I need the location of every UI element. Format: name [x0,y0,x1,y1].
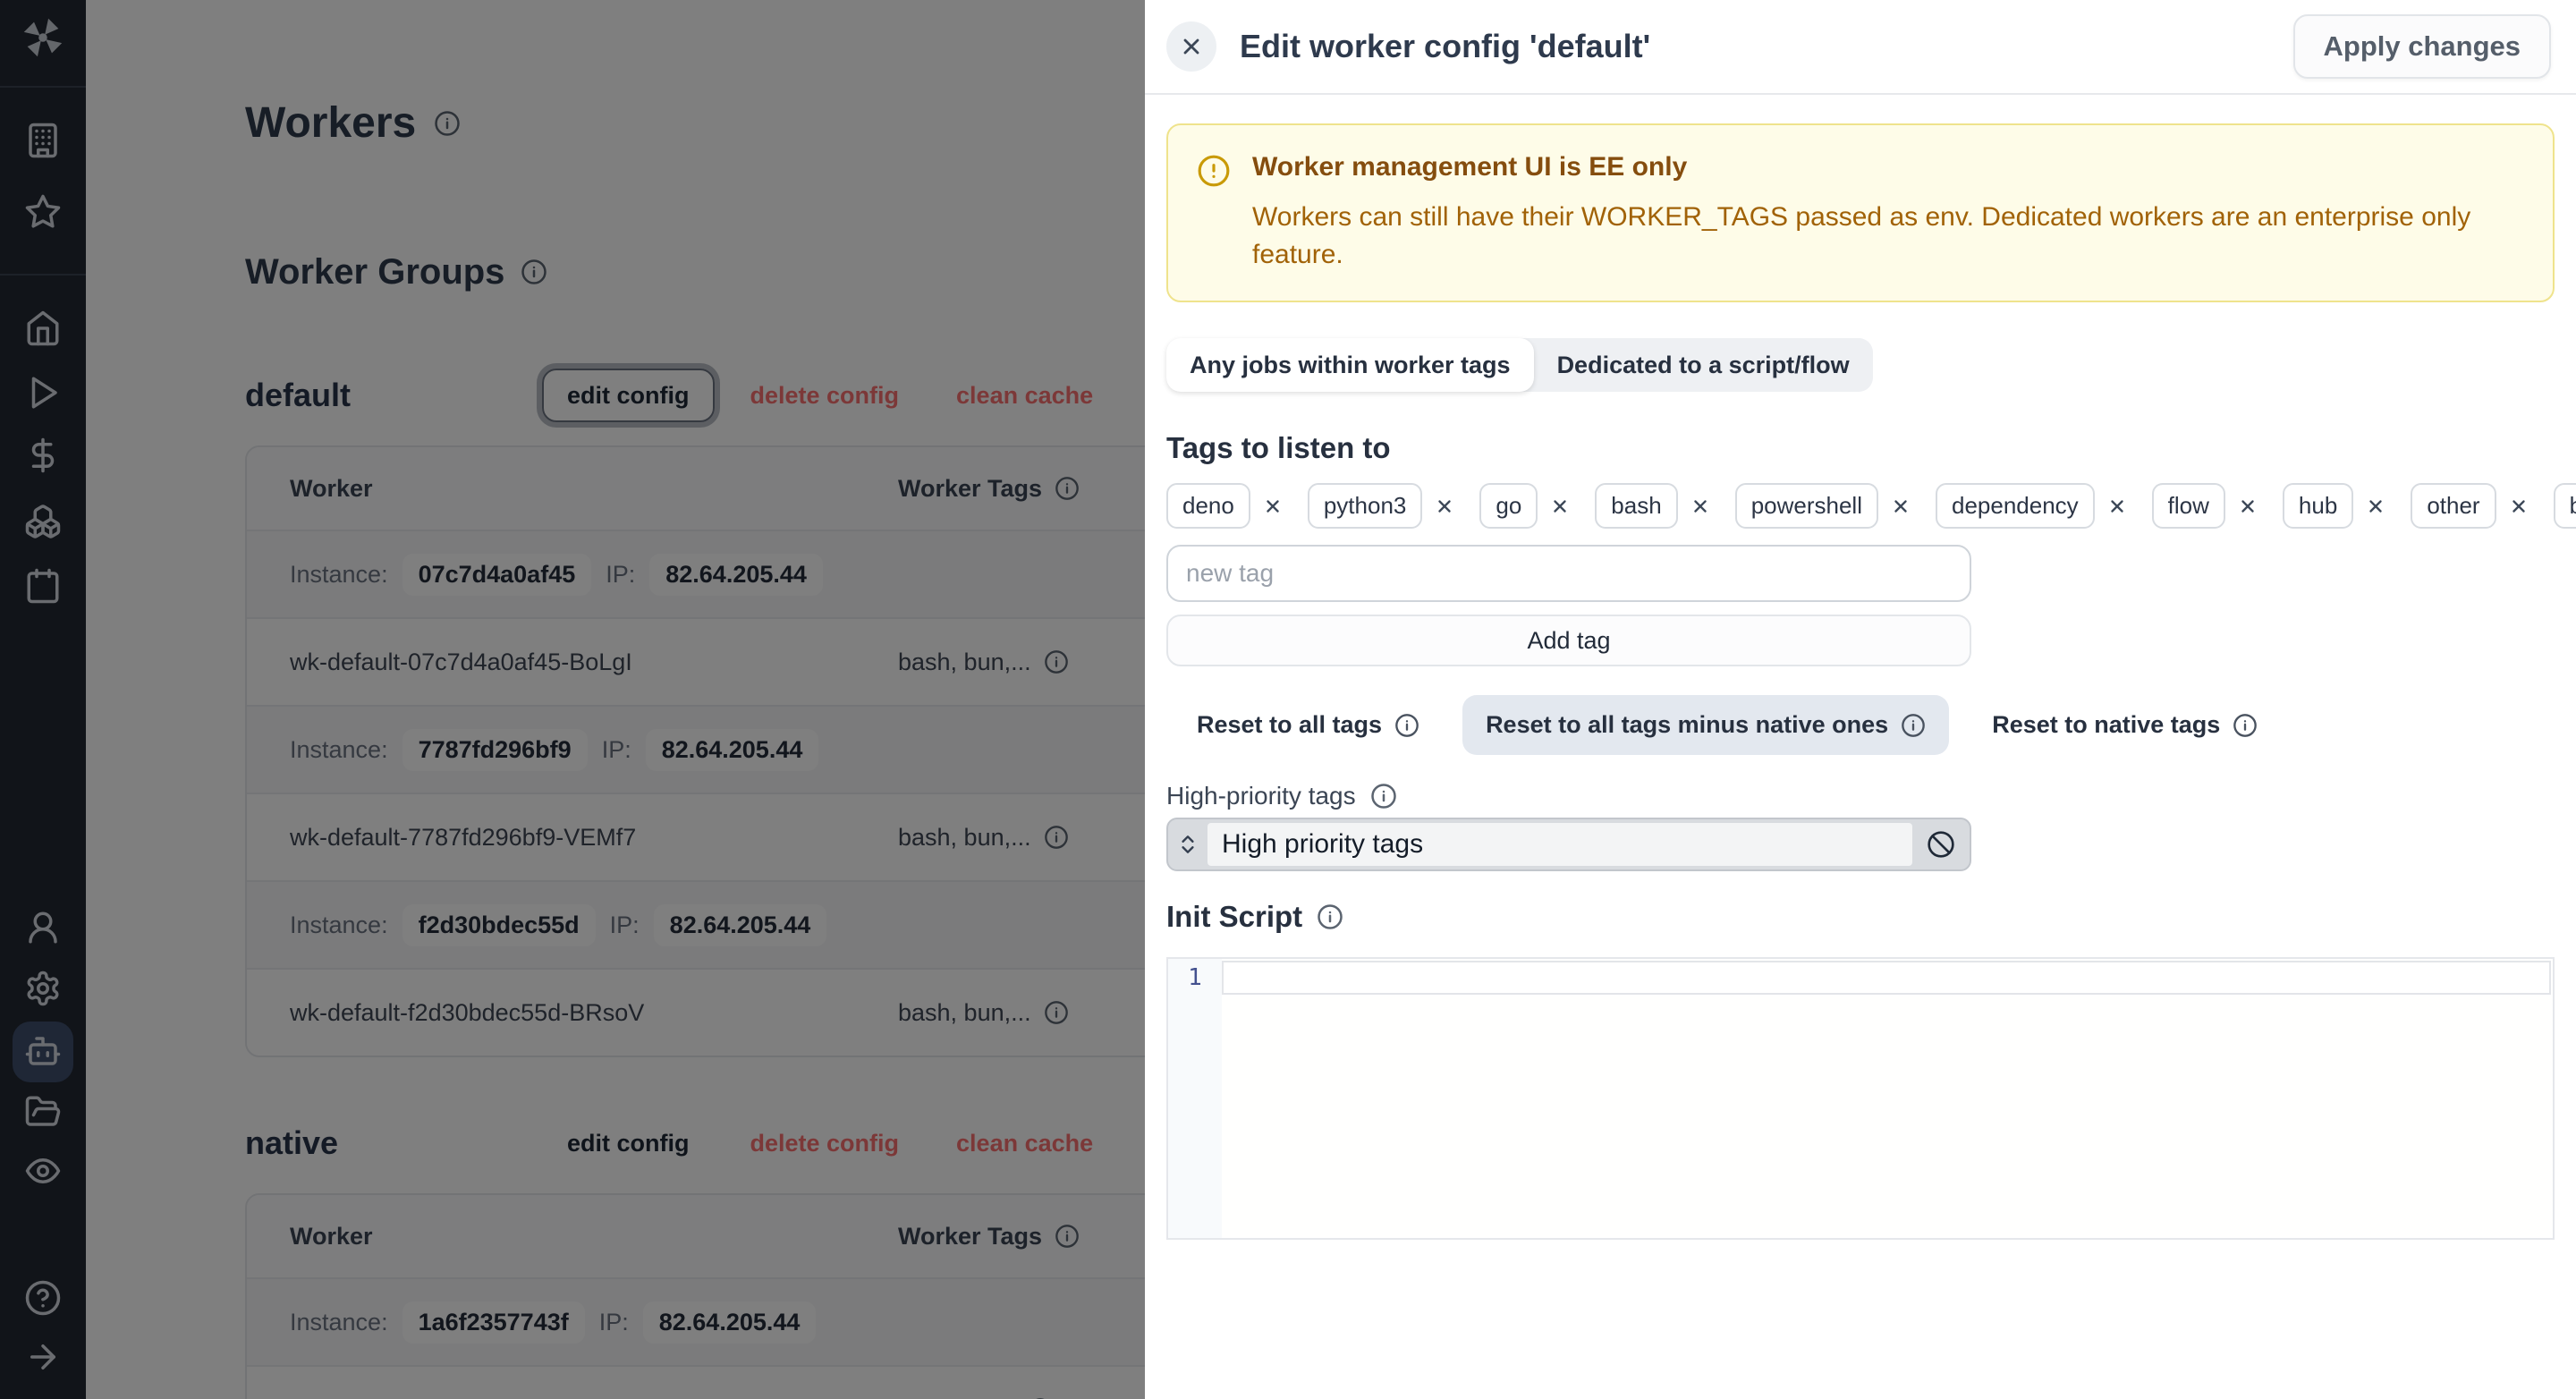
tag-chip: bun [2553,483,2576,529]
new-tag-input[interactable] [1166,545,1971,602]
apply-changes-button[interactable]: Apply changes [2292,14,2551,79]
remove-tag-icon[interactable] [1891,496,1911,516]
remove-tag-icon[interactable] [1263,496,1283,516]
tag-chip: python3 [1307,483,1423,529]
close-icon[interactable] [1166,21,1216,72]
high-priority-label: High-priority tags [1166,782,1356,810]
reset-to-all-tags-button[interactable]: Reset to all tags [1197,711,1419,739]
line-number: 1 [1188,964,1202,991]
tag-chip: flow [2151,483,2225,529]
tag-chip-group: go [1479,483,1570,529]
tag-chip: dependency [1935,483,2095,529]
tag-chip-group: dependency [1935,483,2127,529]
ee-warning-banner: Worker management UI is EE only Workers … [1166,123,2555,302]
editor-content[interactable] [1222,959,2553,1238]
reset-minus-native-label: Reset to all tags minus native ones [1486,711,1889,738]
editor-gutter: 1 [1168,959,1222,1238]
init-script-heading: Init Script [1166,900,1303,933]
tag-chip-group: hub [2282,483,2385,529]
tab-dedicated-to-script-flow[interactable]: Dedicated to a script/flow [1534,338,1873,392]
info-icon[interactable] [1370,783,1397,810]
tag-chip: go [1479,483,1538,529]
tag-chip: other [2411,483,2496,529]
reset-actions: Reset to all tags Reset to all tags minu… [1197,695,2555,755]
remove-tag-icon[interactable] [1435,496,1454,516]
info-icon [1394,713,1419,738]
tag-chip: deno [1166,483,1250,529]
remove-tag-icon[interactable] [1690,496,1710,516]
tab-any-jobs-within-worker-tags[interactable]: Any jobs within worker tags [1166,338,1534,392]
init-script-editor[interactable]: 1 [1166,957,2555,1240]
high-priority-tags-select[interactable]: High priority tags [1166,818,1971,871]
tag-chip-group: bash [1595,483,1709,529]
info-icon[interactable] [1317,903,1343,930]
tag-chip: powershell [1734,483,1878,529]
warning-body: Workers can still have their WORKER_TAGS… [1252,202,2471,269]
remove-tag-icon[interactable] [1550,496,1570,516]
tag-chip-list: deno python3 go bash powershell dependency flo… [1166,483,2576,529]
edit-worker-config-drawer: Edit worker config 'default' Apply chang… [1145,0,2576,1399]
tag-chip: hub [2282,483,2354,529]
app-window: Workers Worker Groups default edit confi… [0,0,2576,1399]
info-icon [2233,713,2258,738]
reset-minus-native-button[interactable]: Reset to all tags minus native ones [1462,695,1950,755]
remove-tag-icon[interactable] [2107,496,2127,516]
tag-chip-group: powershell [1734,483,1911,529]
warning-title: Worker management UI is EE only [1252,152,1688,182]
remove-tag-icon[interactable] [2509,496,2529,516]
drawer-title: Edit worker config 'default' [1240,28,1651,64]
alert-circle-icon [1197,154,1231,274]
reset-to-native-tags-button[interactable]: Reset to native tags [1992,711,2258,739]
tag-chip-group: bun [2553,483,2576,529]
remove-tag-icon[interactable] [2366,496,2385,516]
reset-native-label: Reset to native tags [1992,711,2221,738]
chevrons-up-down-icon [1168,833,1208,856]
tags-heading: Tags to listen to [1166,431,1391,464]
reset-all-label: Reset to all tags [1197,711,1383,738]
drawer-header: Edit worker config 'default' Apply chang… [1145,0,2576,95]
tag-chip: bash [1595,483,1678,529]
info-icon [1901,713,1926,738]
tag-chip-group: flow [2151,483,2258,529]
tag-chip-group: deno [1166,483,1283,529]
tag-chip-group: python3 [1307,483,1455,529]
add-tag-button[interactable]: Add tag [1166,615,1971,666]
high-priority-placeholder: High priority tags [1208,823,1912,866]
remove-tag-icon[interactable] [2238,496,2258,516]
worker-mode-tabs: Any jobs within worker tags Dedicated to… [1166,338,1873,392]
ban-icon [1919,830,1962,859]
drawer-body: Worker management UI is EE only Workers … [1145,95,2576,1240]
tag-chip-group: other [2411,483,2528,529]
editor-active-line [1222,961,2551,995]
